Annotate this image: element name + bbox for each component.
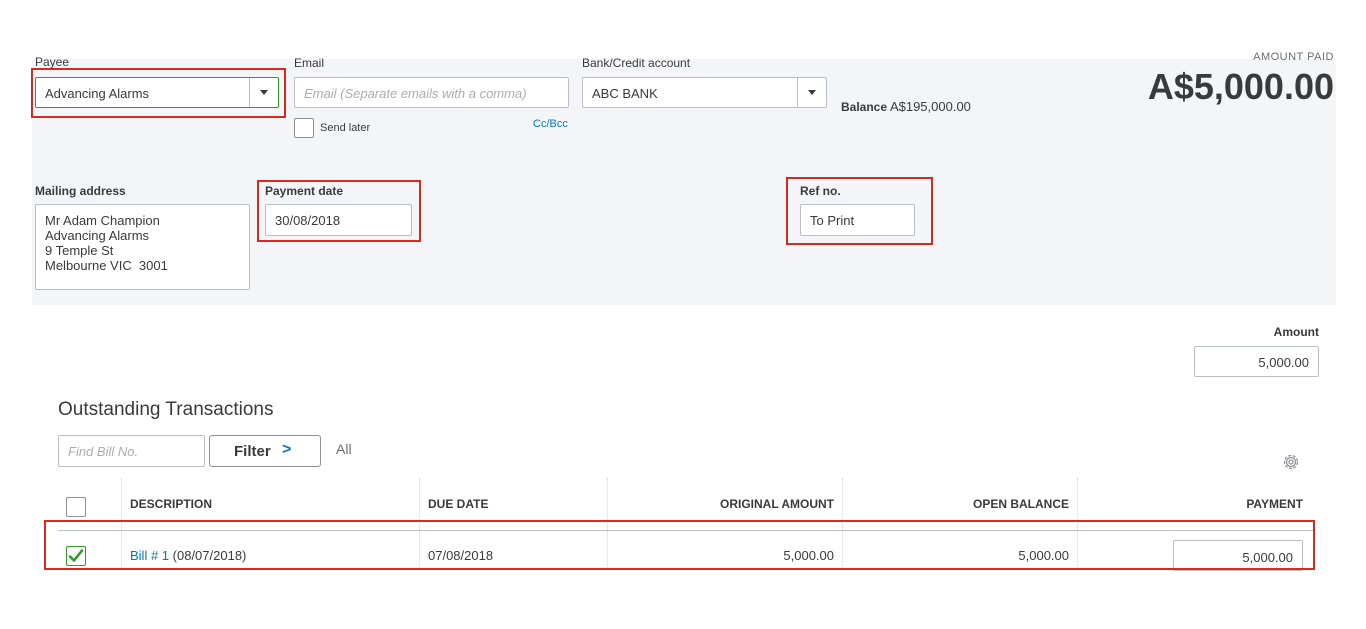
amount-label: Amount — [1273, 325, 1319, 339]
bank-label: Bank/Credit account — [582, 56, 691, 70]
ref-highlight — [786, 177, 933, 245]
gear-icon[interactable] — [1281, 452, 1301, 472]
outstanding-title: Outstanding Transactions — [58, 399, 274, 420]
select-all-checkbox[interactable] — [66, 497, 86, 517]
bank-dropdown-arrow-icon[interactable] — [797, 78, 826, 107]
amount-paid-value: A$5,000.00 — [1147, 66, 1334, 107]
balance-value: A$195,000.00 — [889, 99, 971, 114]
bank-value: ABC BANK — [592, 86, 658, 101]
row-highlight — [44, 520, 1315, 570]
filter-all-label: All — [336, 441, 352, 457]
mailing-label: Mailing address — [35, 184, 126, 198]
mailing-line: Melbourne VIC 3001 — [45, 258, 168, 273]
bank-dropdown[interactable]: ABC BANK — [582, 77, 827, 108]
mailing-line: Mr Adam Champion — [45, 213, 160, 228]
mailing-line: Advancing Alarms — [45, 228, 150, 243]
find-bill-placeholder: Find Bill No. — [68, 444, 139, 459]
amount-paid-label: AMOUNT PAID — [1253, 51, 1334, 63]
mailing-line: 9 Temple St — [45, 243, 114, 258]
email-placeholder: Email (Separate emails with a comma) — [304, 86, 527, 101]
header-open-balance[interactable]: OPEN BALANCE — [973, 497, 1069, 511]
filter-label: Filter — [234, 443, 271, 460]
balance-label: Balance — [841, 100, 888, 114]
header-payment[interactable]: PAYMENT — [1246, 497, 1303, 511]
payee-label: Payee — [35, 55, 70, 69]
bank-balance: Balance A$195,000.00 — [841, 99, 971, 114]
find-bill-input[interactable]: Find Bill No. — [58, 435, 205, 467]
email-input[interactable]: Email (Separate emails with a comma) — [294, 77, 569, 108]
send-later-checkbox[interactable] — [294, 118, 314, 138]
payment-date-highlight — [257, 180, 421, 242]
cc-bcc-link[interactable]: Cc/Bcc — [533, 118, 568, 130]
amount-input[interactable]: 5,000.00 — [1194, 346, 1319, 377]
chevron-right-icon: > — [282, 441, 292, 458]
payee-highlight — [31, 68, 286, 118]
amount-value: 5,000.00 — [1258, 355, 1309, 370]
header-due-date[interactable]: DUE DATE — [428, 497, 488, 511]
header-original-amount[interactable]: ORIGINAL AMOUNT — [720, 497, 834, 511]
email-label: Email — [294, 56, 325, 70]
filter-button[interactable]: Filter > — [209, 435, 321, 467]
send-later-label: Send later — [320, 122, 371, 134]
header-description[interactable]: DESCRIPTION — [130, 497, 212, 511]
mailing-address-textarea[interactable]: Mr Adam Champion Advancing Alarms 9 Temp… — [35, 204, 250, 290]
